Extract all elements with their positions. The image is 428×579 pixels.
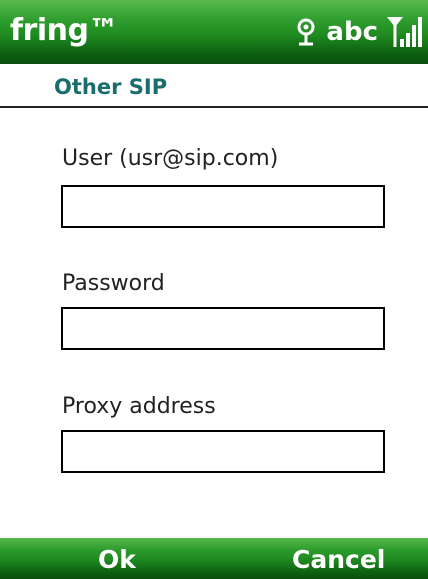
password-label: Password xyxy=(62,271,165,296)
softkey-bar: Ok Cancel xyxy=(0,538,428,579)
password-input[interactable] xyxy=(61,307,385,350)
screen-title: Other SIP xyxy=(54,75,168,99)
cancel-button[interactable]: Cancel xyxy=(292,542,385,578)
ok-button[interactable]: Ok xyxy=(98,542,136,578)
status-icons: abc xyxy=(294,14,422,50)
status-bar: fring™ abc xyxy=(0,0,428,64)
app-title: fring™ xyxy=(10,13,118,48)
user-input[interactable] xyxy=(61,185,385,228)
input-mode-indicator: abc xyxy=(326,17,378,47)
signal-strength-icon xyxy=(386,15,422,49)
connectivity-icon xyxy=(294,17,318,47)
screen-header: Other SIP xyxy=(0,64,428,108)
proxy-address-label: Proxy address xyxy=(62,394,216,419)
user-label: User (usr@sip.com) xyxy=(62,146,279,171)
proxy-address-input[interactable] xyxy=(61,430,385,473)
